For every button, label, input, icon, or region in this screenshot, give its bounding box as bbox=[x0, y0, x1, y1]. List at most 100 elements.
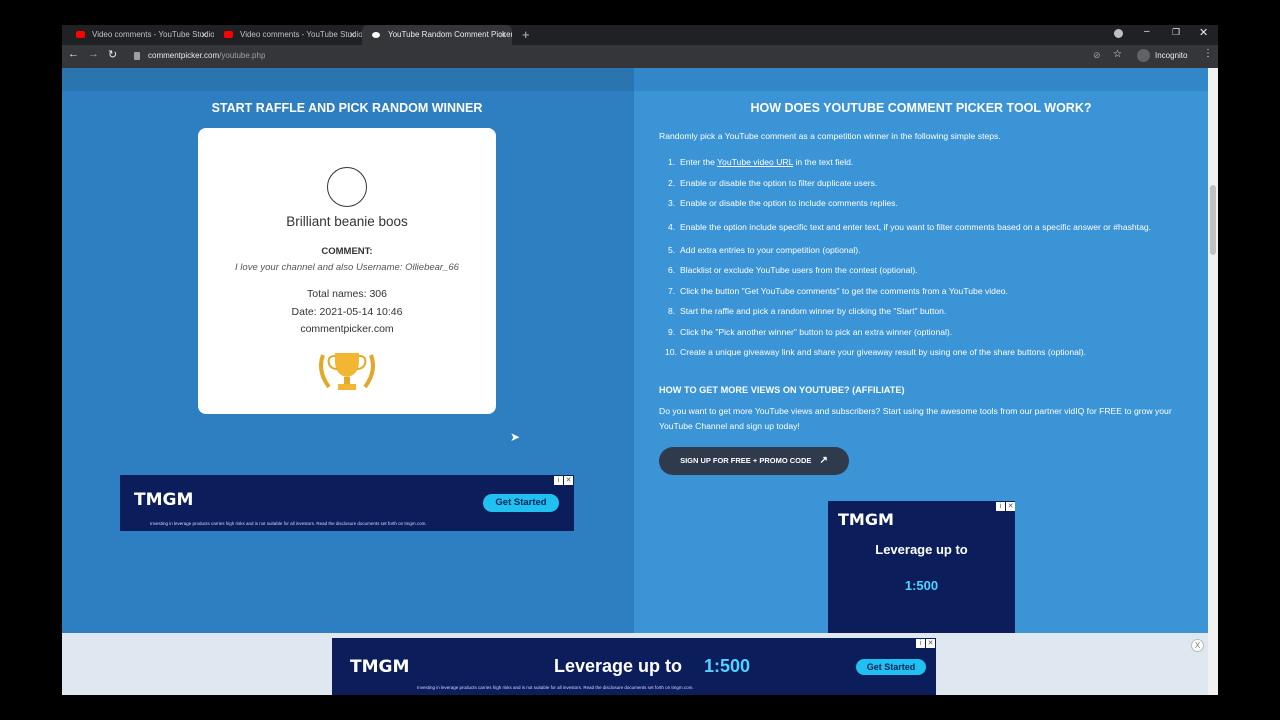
ad-leverage-text: Leverage up to bbox=[875, 542, 968, 557]
mouse-cursor: ➤ bbox=[510, 430, 521, 444]
ad-brand-logo: TMGM bbox=[838, 510, 894, 529]
ad-info-icon[interactable]: i bbox=[916, 639, 925, 648]
left-top-strip bbox=[62, 68, 634, 91]
browser-window: Video comments - YouTube Studio ✕ Video … bbox=[62, 25, 1218, 695]
tab-search-icon[interactable] bbox=[1114, 29, 1123, 38]
step-text: Enable or disable the option to filter d… bbox=[680, 177, 878, 188]
step-text: in the text field. bbox=[793, 157, 854, 167]
step-item: 7. Click the button "Get YouTube comments… bbox=[668, 286, 1158, 297]
ad-disclaimer: Investing in leverage products carries h… bbox=[417, 685, 694, 690]
step-item: 6. Blacklist or exclude YouTube users fro… bbox=[668, 265, 1158, 276]
tab-strip: Video comments - YouTube Studio ✕ Video … bbox=[62, 25, 1218, 45]
step-text: Enable the option include specific text … bbox=[680, 221, 1152, 232]
lock-icon bbox=[134, 52, 140, 60]
ad-leverage-text: Leverage up to bbox=[554, 656, 683, 676]
profile-label[interactable]: Incognito bbox=[1155, 51, 1187, 60]
signup-label: SIGN UP FOR FREE + PROMO CODE bbox=[680, 456, 812, 465]
external-link-icon: ↗ bbox=[819, 455, 828, 466]
ad-brand-logo: TMGM bbox=[350, 657, 410, 677]
close-tab-icon[interactable]: ✕ bbox=[200, 25, 208, 45]
site-name: commentpicker.com bbox=[300, 323, 394, 335]
step-number: 10. bbox=[665, 347, 677, 357]
how-heading: HOW DOES YOUTUBE COMMENT PICKER TOOL WOR… bbox=[750, 101, 1092, 115]
ad-banner-left[interactable]: TMGM Get Started Investing in leverage p… bbox=[120, 475, 574, 531]
step-text: Enable or disable the option to include … bbox=[680, 198, 898, 208]
ad-close-icon[interactable]: ✕ bbox=[926, 639, 935, 648]
forward-arrow-icon[interactable]: → bbox=[88, 48, 99, 60]
ad-box-right[interactable]: TMGM Leverage up to 1:500 i ✕ bbox=[828, 501, 1015, 651]
step-item: 10. Create a unique giveaway link and sha… bbox=[665, 347, 1158, 358]
steps-list: 1. Enter the YouTube video URL in the tex… bbox=[665, 157, 1158, 368]
ad-brand-logo: TMGM bbox=[134, 490, 194, 510]
restore-icon[interactable]: ❐ bbox=[1172, 27, 1180, 38]
star-icon[interactable]: ☆ bbox=[1113, 49, 1122, 60]
back-arrow-icon[interactable]: ← bbox=[68, 48, 79, 60]
scrollbar-thumb[interactable] bbox=[1210, 185, 1216, 255]
step-text: Blacklist or exclude YouTube users from … bbox=[680, 265, 918, 275]
menu-dots-icon[interactable]: ⋮ bbox=[1203, 48, 1213, 59]
step-number: 7. bbox=[668, 285, 676, 296]
avatar bbox=[327, 167, 367, 207]
how-it-works-section: HOW DOES YOUTUBE COMMENT PICKER TOOL WOR… bbox=[634, 91, 1208, 695]
step-text: Create a unique giveaway link and share … bbox=[680, 347, 1087, 357]
address-bar: ← → ↻ commentpicker.com/youtube.php ⊘ ☆ … bbox=[62, 45, 1218, 68]
url-path: /youtube.php bbox=[219, 51, 266, 60]
step-text: Add extra entries to your competition (o… bbox=[680, 244, 861, 255]
winner-card: Brilliant beanie boos COMMENT: I love yo… bbox=[198, 128, 496, 414]
comment-label: COMMENT: bbox=[321, 246, 373, 257]
new-tab-button[interactable]: + bbox=[522, 27, 530, 42]
total-names: Total names: 306 bbox=[307, 288, 387, 300]
close-tab-icon[interactable]: ✕ bbox=[498, 25, 506, 45]
page-content: START RAFFLE AND PICK RANDOM WINNER Bril… bbox=[62, 68, 1208, 695]
draw-date: Date: 2021-05-14 10:46 bbox=[291, 306, 403, 318]
winner-name: Brilliant beanie boos bbox=[286, 214, 408, 229]
step-text: Click the button "Get YouTube comments" … bbox=[680, 285, 1008, 296]
ad-close-icon[interactable]: ✕ bbox=[564, 476, 573, 485]
ad-disclaimer: Investing in leverage products carries h… bbox=[150, 521, 427, 526]
ad-banner-bottom[interactable]: TMGM Leverage up to 1:500 Get Started In… bbox=[332, 638, 936, 695]
sticky-ad-close-button[interactable]: X bbox=[1191, 639, 1204, 652]
raffle-section: START RAFFLE AND PICK RANDOM WINNER Bril… bbox=[62, 91, 634, 695]
ad-info-icon[interactable]: i bbox=[996, 502, 1005, 511]
signup-promo-button[interactable]: SIGN UP FOR FREE + PROMO CODE ↗ bbox=[659, 447, 849, 475]
tab-youtube-studio-2[interactable]: Video comments - YouTube Studio ✕ bbox=[214, 25, 362, 45]
step-text: Start the raffle and pick a random winne… bbox=[680, 306, 947, 316]
tab-comment-picker[interactable]: YouTube Random Comment Picker ✕ bbox=[362, 25, 512, 45]
minimize-icon[interactable]: – bbox=[1144, 26, 1150, 37]
trophy-icon bbox=[319, 353, 375, 390]
tab-youtube-studio-1[interactable]: Video comments - YouTube Studio ✕ bbox=[66, 25, 214, 45]
comment-text: I love your channel and also Username: O… bbox=[235, 262, 459, 273]
raffle-heading: START RAFFLE AND PICK RANDOM WINNER bbox=[211, 101, 483, 115]
youtube-url-link[interactable]: YouTube video URL bbox=[717, 157, 793, 167]
step-item: 1. Enter the YouTube video URL in the tex… bbox=[668, 157, 1158, 168]
ad-get-started-button[interactable]: Get Started bbox=[483, 494, 559, 512]
close-window-icon[interactable]: ✕ bbox=[1199, 26, 1208, 39]
incognito-icon bbox=[1137, 49, 1150, 62]
tab-title: Video comments - YouTube Studio bbox=[240, 30, 362, 39]
step-text: Click the "Pick another winner" button t… bbox=[680, 326, 953, 337]
step-item: 8. Start the raffle and pick a random win… bbox=[668, 306, 1158, 317]
tab-title: Video comments - YouTube Studio bbox=[92, 30, 214, 39]
youtube-icon bbox=[224, 31, 233, 38]
tab-title: YouTube Random Comment Picker bbox=[388, 30, 512, 39]
ad-leverage-ratio: 1:500 bbox=[704, 656, 751, 676]
eye-off-icon[interactable]: ⊘ bbox=[1093, 50, 1101, 61]
views-heading: HOW TO GET MORE VIEWS ON YOUTUBE? (AFFIL… bbox=[659, 385, 905, 395]
reload-icon[interactable]: ↻ bbox=[108, 48, 117, 61]
step-number: 6. bbox=[668, 265, 676, 275]
close-tab-icon[interactable]: ✕ bbox=[348, 25, 356, 45]
right-top-strip bbox=[634, 68, 1208, 91]
step-item: 3. Enable or disable the option to includ… bbox=[668, 198, 1158, 209]
step-item: 2. Enable or disable the option to filter… bbox=[668, 178, 1158, 189]
ad-get-started-button[interactable]: Get Started bbox=[856, 659, 926, 675]
views-text: Do you want to get more YouTube views an… bbox=[659, 406, 1172, 431]
ad-close-icon[interactable]: ✕ bbox=[1006, 502, 1015, 511]
ad-info-icon[interactable]: i bbox=[554, 476, 563, 485]
url-field[interactable]: commentpicker.com/youtube.php bbox=[148, 51, 265, 60]
sticky-ad-bar: TMGM Leverage up to 1:500 Get Started In… bbox=[62, 633, 1208, 695]
how-intro: Randomly pick a YouTube comment as a com… bbox=[659, 131, 1001, 141]
step-number: 8. bbox=[668, 306, 676, 316]
page-scrollbar[interactable] bbox=[1208, 68, 1218, 695]
step-item: 9. Click the "Pick another winner" button… bbox=[668, 327, 1158, 338]
step-text: Enter the bbox=[680, 157, 718, 167]
